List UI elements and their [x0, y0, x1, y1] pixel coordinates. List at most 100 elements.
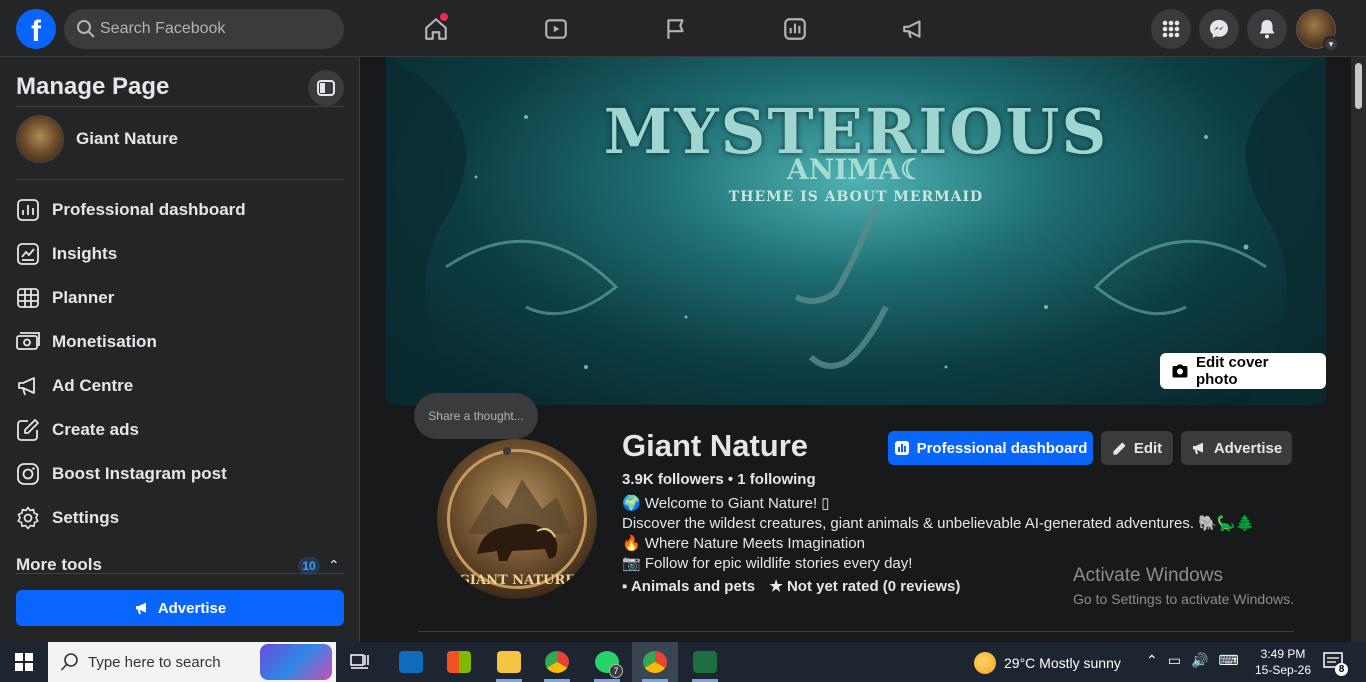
messenger-button[interactable] — [1199, 9, 1239, 49]
system-tray: ⌃ ▭ 🔊 ⌨ — [1146, 653, 1239, 669]
facebook-logo[interactable]: f — [16, 9, 56, 49]
sidebar-item-label: Settings — [52, 508, 120, 527]
sidebar-item-planner[interactable]: Planner — [16, 278, 344, 318]
scrollbar-thumb[interactable] — [1355, 63, 1362, 109]
sidebar-item-label: Create ads — [52, 420, 139, 439]
sidebar-item-label: Insights — [52, 244, 118, 263]
chrome-icon — [643, 651, 667, 673]
store-icon — [447, 651, 471, 673]
messenger-icon — [1210, 20, 1228, 38]
sidebar-item-monetisation[interactable]: Monetisation — [16, 322, 344, 362]
page-avatar — [16, 115, 64, 163]
edit-cover-photo-button[interactable]: Edit cover photo — [1160, 353, 1326, 389]
weather-widget[interactable]: 29°C Mostly sunny — [974, 652, 1121, 674]
bio-line: 🔥 Where Nature Meets Imagination — [622, 535, 865, 552]
dashboard-icon — [17, 199, 39, 221]
folder-icon — [497, 651, 521, 673]
page-scrollbar[interactable] — [1351, 57, 1366, 642]
sidebar-item-boost-instagram-post[interactable]: Boost Instagram post — [16, 454, 344, 494]
page-profile-main: MYSTERIOUS ANIMA☾ THEME IS ABOUT MERMAID… — [361, 57, 1351, 642]
video-icon — [545, 19, 567, 39]
chrome-profile-app[interactable] — [632, 642, 678, 682]
professional-dashboard-button[interactable]: Professional dashboard — [888, 431, 1093, 465]
dashboard-icon — [784, 18, 806, 40]
clock-date: 15-Sep-26 — [1254, 663, 1312, 677]
dashboard-tab[interactable] — [775, 10, 815, 48]
menu-button[interactable] — [1151, 9, 1191, 49]
share-thought-bubble[interactable]: Share a thought... — [414, 393, 538, 439]
tag-icon: ▪ — [622, 578, 628, 595]
taskbar-search[interactable]: Type here to search — [48, 642, 336, 682]
button-label: Advertise — [1213, 439, 1283, 457]
button-label: Edit — [1133, 439, 1163, 457]
chrome-app[interactable] — [534, 642, 580, 682]
planner-icon — [17, 288, 39, 308]
sidebar-item-create-ads[interactable]: Create ads — [16, 410, 344, 450]
search-input[interactable] — [100, 9, 336, 49]
excel-app[interactable] — [682, 642, 728, 682]
task-view-button[interactable] — [337, 642, 383, 682]
page-category[interactable]: Animals and pets — [631, 578, 755, 595]
thought-bubble-dot — [503, 447, 511, 455]
cover-subtitle: ANIMA☾ — [786, 153, 926, 186]
sidebar-item-settings[interactable]: Settings — [16, 498, 344, 538]
network-icon[interactable]: ▭ — [1168, 653, 1181, 669]
more-tools-header[interactable]: More tools — [16, 555, 102, 575]
file-explorer-app[interactable] — [486, 642, 532, 682]
advertise-button[interactable]: Advertise — [1181, 431, 1292, 465]
account-avatar[interactable]: ▾ — [1296, 9, 1339, 52]
insights-icon — [17, 243, 39, 265]
notification-count: 8 — [1335, 663, 1348, 676]
sidebar-item-label: Monetisation — [52, 332, 157, 351]
divider — [16, 106, 344, 107]
store-app[interactable] — [436, 642, 482, 682]
search-highlight-image — [260, 644, 332, 680]
sidebar-item-label: Professional dashboard — [52, 200, 246, 219]
chevron-down-icon: ▾ — [1323, 36, 1339, 52]
notification-dot — [440, 13, 448, 21]
whatsapp-app[interactable]: 7 — [584, 642, 630, 682]
ads-tab[interactable] — [894, 10, 934, 48]
page-rating[interactable]: Not yet rated (0 reviews) — [787, 578, 960, 595]
notifications-button[interactable] — [1247, 9, 1287, 49]
pages-tab[interactable] — [656, 10, 696, 48]
sidebar-item-insights[interactable]: Insights — [16, 234, 344, 274]
chevron-up-icon[interactable]: ⌃ — [1146, 653, 1158, 669]
page-switcher[interactable]: Giant Nature — [16, 115, 178, 163]
bell-icon — [1259, 20, 1275, 39]
search-box[interactable] — [64, 9, 344, 49]
volume-icon[interactable]: 🔊 — [1191, 653, 1208, 669]
keyboard-icon[interactable]: ⌨ — [1218, 653, 1238, 669]
sidebar-advertise-button[interactable]: Advertise — [16, 590, 344, 626]
collapse-sidebar-button[interactable] — [308, 70, 344, 106]
sidebar-toggle-icon — [317, 80, 335, 96]
bio-line: 📷 Follow for epic wildlife stories every… — [622, 555, 913, 572]
video-tab[interactable] — [536, 10, 576, 48]
windows-taskbar: Type here to search 7 29°C Mostly sunny … — [0, 642, 1366, 682]
edit-page-button[interactable]: Edit — [1101, 431, 1173, 465]
outlook-icon — [399, 651, 423, 673]
taskbar-search-placeholder: Type here to search — [88, 654, 221, 671]
flag-icon — [667, 19, 684, 39]
sidebar-item-ad-centre[interactable]: Ad Centre — [16, 366, 344, 406]
system-clock[interactable]: 3:49 PM 15-Sep-26 — [1252, 646, 1314, 678]
page-name: Giant Nature — [76, 129, 179, 148]
megaphone-icon — [135, 602, 146, 615]
sidebar-item-professional-dashboard[interactable]: Professional dashboard — [16, 190, 344, 230]
page-category-row: ▪ Animals and pets ★ Not yet rated (0 re… — [622, 577, 960, 595]
divider — [16, 179, 344, 180]
chevron-up-icon[interactable]: ⌃ — [328, 557, 340, 574]
outlook-app[interactable] — [388, 642, 434, 682]
excel-icon — [693, 651, 717, 673]
follower-stats[interactable]: 3.9K followers • 1 following — [622, 471, 816, 488]
start-button[interactable] — [0, 642, 48, 682]
notification-center-button[interactable]: 8 — [1322, 650, 1348, 676]
sidebar-title: Manage Page — [16, 73, 170, 100]
profile-picture[interactable]: "GIANT NATURE" — [433, 435, 601, 603]
activate-windows-subtitle: Go to Settings to activate Windows. — [1073, 591, 1294, 607]
pencil-icon — [1113, 441, 1126, 455]
cover-photo[interactable]: MYSTERIOUS ANIMA☾ THEME IS ABOUT MERMAID… — [386, 57, 1326, 405]
divider — [418, 631, 1294, 632]
home-tab[interactable] — [416, 10, 456, 48]
instagram-icon — [17, 463, 39, 485]
